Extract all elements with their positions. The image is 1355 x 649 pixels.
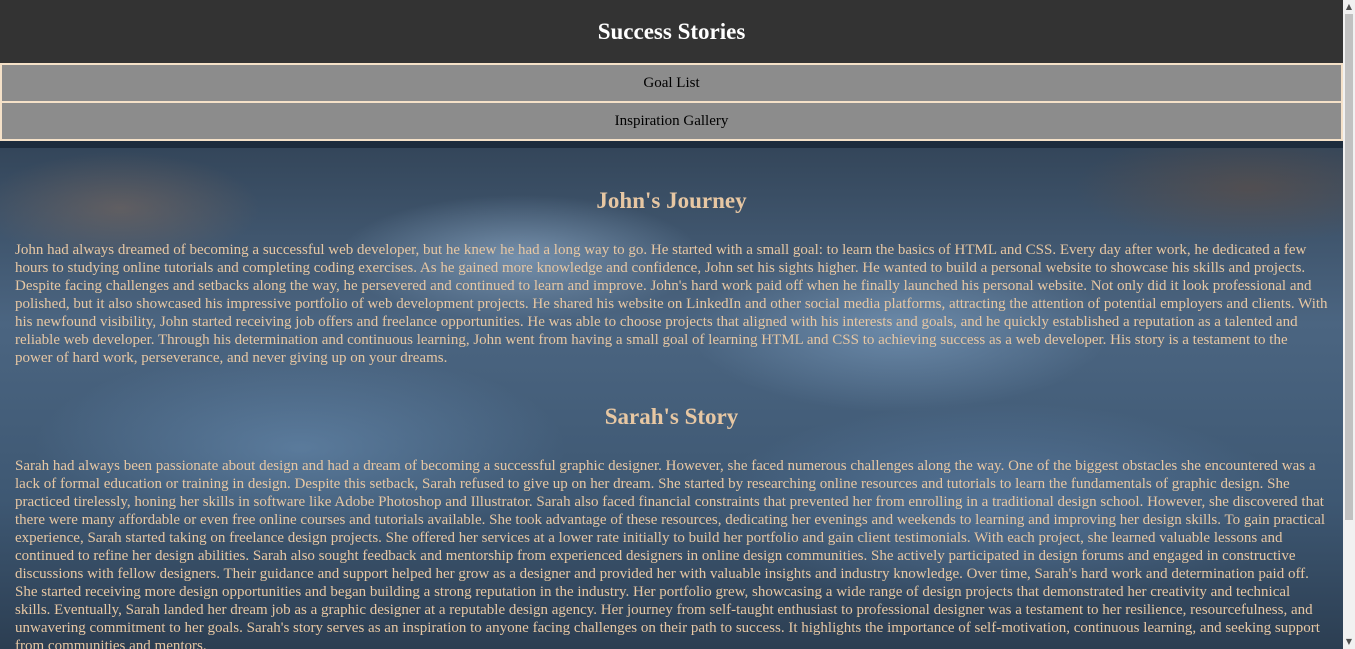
nav-link-inspiration-gallery[interactable]: Inspiration Gallery (0, 103, 1343, 141)
main-nav: Goal List Inspiration Gallery (0, 65, 1343, 141)
scroll-up-arrow-icon[interactable]: ▲ (1343, 0, 1355, 14)
page-title: Success Stories (597, 18, 746, 44)
story-title: Sarah's Story (604, 404, 739, 429)
page-header: Success Stories (0, 0, 1343, 65)
scrollbar-thumb[interactable] (1345, 14, 1353, 520)
story-title: John's Journey (596, 188, 747, 213)
story-johns-journey: John's Journey John had always dreamed o… (15, 148, 1328, 367)
story-body: John had always dreamed of becoming a su… (15, 242, 1328, 366)
nav-link-goal-list[interactable]: Goal List (0, 65, 1343, 103)
vertical-scrollbar[interactable]: ▲ ▼ (1343, 0, 1355, 649)
page: Success Stories Goal List Inspiration Ga… (0, 0, 1343, 649)
scroll-down-arrow-icon[interactable]: ▼ (1343, 635, 1355, 649)
story-sarahs-story: Sarah's Story Sarah had always been pass… (15, 367, 1328, 649)
story-body: Sarah had always been passionate about d… (15, 458, 1326, 649)
stories-content: John's Journey John had always dreamed o… (0, 148, 1343, 649)
